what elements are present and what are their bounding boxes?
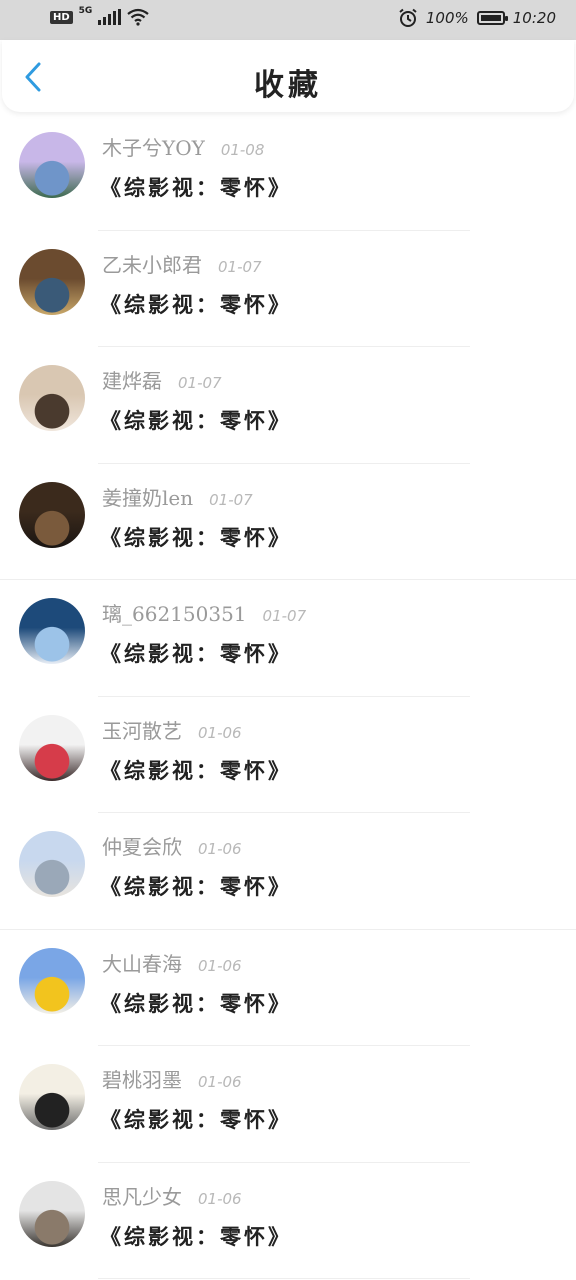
author-name: 大山春海 [102, 951, 182, 976]
author-name: 璃_662150351 [102, 602, 247, 626]
item-date: 01-06 [198, 956, 242, 975]
item-date: 01-06 [198, 723, 242, 742]
item-title: 《综影视：零怀》 [100, 175, 292, 200]
item-title: 《综影视：零怀》 [100, 1107, 292, 1132]
item-title: 《综影视：零怀》 [100, 408, 292, 433]
list-item[interactable]: 玉河散艺 01-06 《综影视：零怀》 [0, 697, 576, 813]
item-date: 01-07 [218, 257, 262, 276]
network-label: 5G [78, 6, 93, 16]
item-title: 《综影视：零怀》 [100, 757, 292, 783]
status-right: 100% 10:20 [398, 8, 556, 28]
item-meta: 乙未小郎君 01-07 [102, 249, 262, 278]
list-item[interactable]: 大山春海 01-06 《综影视：零怀》 [0, 930, 576, 1046]
item-date: 01-08 [220, 141, 265, 159]
avatar[interactable] [19, 1180, 85, 1247]
item-meta: 玉河散艺 01-06 [102, 715, 242, 744]
item-title: 《综影视：零怀》 [100, 990, 292, 1016]
clock: 10:20 [512, 9, 556, 27]
status-bar: HD 5G 100% 10:20 [0, 0, 576, 40]
alarm-icon [399, 8, 417, 27]
item-meta: 姜撞奶len 01-07 [102, 482, 253, 511]
battery-percent: 100% [425, 9, 469, 27]
avatar[interactable] [19, 947, 85, 1014]
author-name: 玉河散艺 [102, 718, 182, 743]
item-title: 《综影视：零怀》 [100, 874, 292, 899]
list-item[interactable]: 璃_662150351 01-07 《综影视：零怀》 [0, 580, 576, 697]
item-date: 01-06 [198, 1073, 242, 1091]
status-left: HD 5G [50, 6, 150, 26]
item-title: 《综影视：零怀》 [100, 641, 292, 666]
list-item[interactable]: 建烨磊 01-07 《综影视：零怀》 [0, 347, 576, 464]
item-meta: 碧桃羽墨 01-06 [102, 1064, 242, 1093]
author-name: 建烨磊 [102, 369, 162, 393]
avatar[interactable] [19, 714, 85, 781]
favorites-list: 木子兮YOY 01-08 《综影视：零怀》 乙未小郎君 01-07 《综影视：零… [0, 114, 576, 1279]
item-date: 01-06 [198, 1189, 242, 1208]
list-item[interactable]: 仲夏会欣 01-06 《综影视：零怀》 [0, 813, 576, 930]
avatar[interactable] [19, 481, 85, 548]
item-meta: 木子兮YOY 01-08 [102, 132, 264, 161]
list-item[interactable]: 木子兮YOY 01-08 《综影视：零怀》 [0, 114, 576, 231]
divider [98, 1278, 470, 1279]
item-title: 《综影视：零怀》 [100, 1223, 292, 1249]
item-meta: 仲夏会欣 01-06 [102, 831, 242, 860]
item-meta: 璃_662150351 01-07 [102, 598, 306, 627]
item-date: 01-07 [262, 607, 307, 625]
avatar[interactable] [19, 248, 85, 315]
item-meta: 建烨磊 01-07 [102, 365, 222, 394]
signal-icon [98, 9, 122, 25]
item-date: 01-07 [209, 490, 253, 509]
avatar[interactable] [19, 365, 85, 431]
item-title: 《综影视：零怀》 [100, 291, 292, 317]
item-date: 01-07 [178, 374, 222, 392]
author-name: 姜撞奶len [102, 485, 194, 510]
avatar[interactable] [19, 1064, 85, 1130]
item-title: 《综影视：零怀》 [100, 524, 292, 550]
author-name: 碧桃羽墨 [102, 1068, 182, 1092]
author-name: 乙未小郎君 [102, 252, 202, 277]
wifi-icon [127, 8, 150, 26]
hd-badge: HD [50, 10, 73, 24]
list-item[interactable]: 碧桃羽墨 01-06 《综影视：零怀》 [0, 1046, 576, 1163]
author-name: 思凡少女 [102, 1184, 182, 1209]
list-item[interactable]: 姜撞奶len 01-07 《综影视：零怀》 [0, 464, 576, 580]
avatar[interactable] [19, 598, 85, 664]
list-item[interactable]: 思凡少女 01-06 《综影视：零怀》 [0, 1163, 576, 1279]
item-date: 01-06 [198, 840, 242, 858]
avatar[interactable] [19, 132, 85, 198]
avatar[interactable] [19, 831, 85, 897]
item-meta: 大山春海 01-06 [102, 948, 242, 977]
page-title: 收藏 [254, 68, 322, 103]
battery-icon [476, 11, 508, 25]
item-meta: 思凡少女 01-06 [102, 1181, 242, 1210]
list-item[interactable]: 乙未小郎君 01-07 《综影视：零怀》 [0, 231, 576, 347]
author-name: 仲夏会欣 [102, 835, 182, 859]
nav-bar: 收藏 [2, 40, 574, 112]
author-name: 木子兮YOY [102, 136, 205, 160]
